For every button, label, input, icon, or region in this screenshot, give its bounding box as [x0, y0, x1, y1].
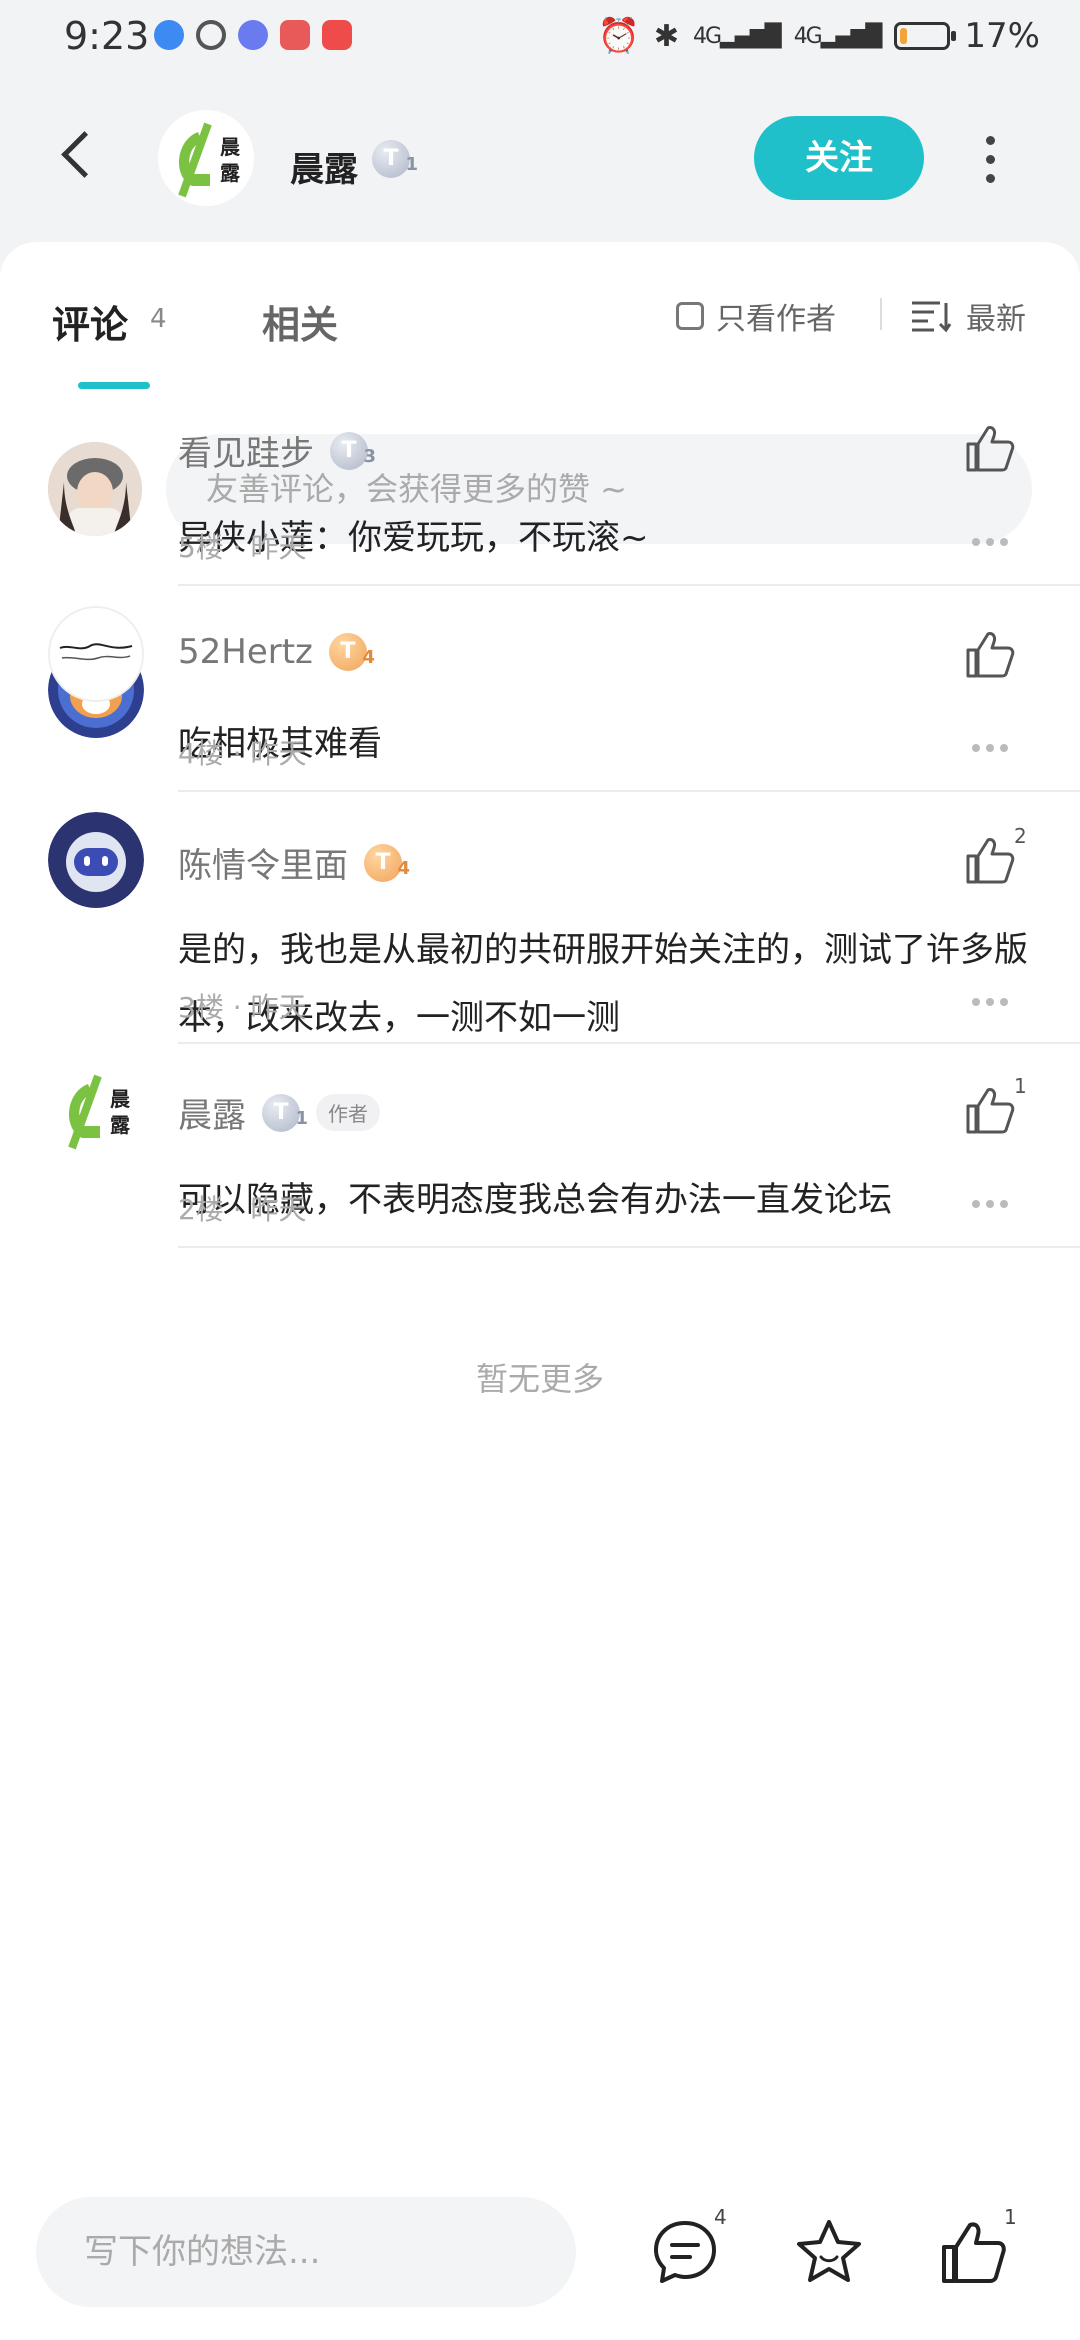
store-notification-icon: [322, 20, 352, 50]
like-count: 1: [1004, 2205, 1017, 2229]
comment-meta: 3楼 · 昨天: [178, 991, 307, 1024]
commenter-name[interactable]: 陈情令里面: [178, 838, 348, 887]
loading-notification-icon: [196, 20, 226, 50]
comment-divider: [178, 1246, 1080, 1248]
battery-icon: [894, 22, 957, 50]
active-tab-indicator: [78, 382, 150, 389]
no-more-label: 暂无更多: [475, 1360, 604, 1398]
more-icon[interactable]: [972, 744, 1012, 754]
commenter-name-row: 看见跬步 T3: [178, 426, 376, 475]
comment-divider: [178, 584, 1080, 586]
svg-text:露: 露: [220, 161, 241, 185]
app-notification-icon: [154, 20, 184, 50]
status-bar: 9:23 ⏰ ✱ 4G▂▄▆█ 4G▂▄▆█ 17%: [0, 0, 1080, 78]
tab-comments-count: 4: [150, 304, 167, 334]
sort-label: 最新: [966, 302, 1026, 337]
comment-divider: [178, 790, 1080, 792]
commenter-name[interactable]: 晨露: [178, 1088, 246, 1137]
like-icon[interactable]: [962, 628, 1016, 682]
commenter-name[interactable]: 看见跬步: [178, 426, 314, 475]
author-tag: 作者: [316, 1094, 380, 1131]
checkbox-icon: [676, 302, 704, 330]
header: 晨 露 晨露 T1 关注: [0, 100, 1080, 230]
only-author-label: 只看作者: [716, 302, 836, 337]
author-logo-image: 晨 露: [48, 1062, 144, 1158]
my-avatar-image: [48, 442, 142, 536]
book-notification-icon: [280, 20, 310, 50]
bottom-comment-input[interactable]: 写下你的想法...: [36, 2197, 576, 2307]
only-author-toggle[interactable]: 只看作者: [676, 294, 836, 338]
back-icon[interactable]: [58, 128, 118, 188]
level-badge-icon: T1: [262, 1093, 308, 1132]
more-icon[interactable]: [972, 1200, 1012, 1210]
commenter-name[interactable]: 52Hertz: [178, 632, 313, 672]
commenter-name-row: 晨露 T1 作者: [178, 1088, 380, 1137]
signal-icon: 4G▂▄▆█: [692, 23, 782, 49]
tab-related[interactable]: 相关: [262, 294, 338, 349]
sort-icon: [912, 301, 952, 333]
notification-icons: [154, 20, 352, 50]
like-count: 2: [1014, 824, 1027, 848]
like-icon[interactable]: [962, 834, 1016, 888]
comment-count: 4: [714, 2205, 727, 2229]
tab-comments[interactable]: 评论: [52, 294, 128, 349]
svg-text:晨: 晨: [110, 1087, 131, 1111]
star-icon[interactable]: [794, 2217, 864, 2287]
author-name[interactable]: 晨露: [290, 142, 358, 191]
commenter-avatar[interactable]: [48, 812, 144, 908]
more-icon[interactable]: [972, 998, 1012, 1008]
more-icon[interactable]: [972, 538, 1012, 548]
battery-fill: [900, 28, 908, 44]
battery-percent: 17%: [964, 16, 1040, 56]
svg-text:晨: 晨: [220, 135, 241, 159]
bluetooth-icon: ✱: [653, 18, 679, 54]
like-icon[interactable]: [962, 1084, 1016, 1138]
comment-meta: 2楼 · 昨天: [178, 1193, 307, 1226]
status-right: ⏰ ✱ 4G▂▄▆█ 4G▂▄▆█ 17%: [597, 16, 1040, 56]
level-badge-icon: T1: [372, 140, 418, 178]
follow-button[interactable]: 关注: [754, 116, 924, 200]
robot-avatar-image: [48, 812, 144, 908]
calligraphy-avatar-image: [50, 608, 142, 700]
bottom-bar: 写下你的想法... 4 1: [0, 2167, 1080, 2340]
like-icon[interactable]: [938, 2217, 1008, 2287]
comment-meta: 5楼 · 昨天: [178, 531, 307, 564]
level-badge-icon: T4: [328, 633, 375, 671]
alarm-icon: ⏰: [597, 16, 640, 56]
level-badge-icon: T4: [364, 843, 410, 882]
divider: [880, 298, 882, 330]
author-avatar[interactable]: 晨 露: [158, 110, 254, 206]
commenter-avatar[interactable]: 晨 露: [48, 1062, 144, 1158]
sort-toggle[interactable]: 最新: [910, 294, 1026, 338]
tab-bar: 评论 4 相关 只看作者 最新: [0, 242, 1080, 392]
svg-text:露: 露: [110, 1113, 131, 1137]
music-notification-icon: [238, 20, 268, 50]
comment-meta: 4楼 · 昨天: [178, 737, 307, 770]
my-avatar[interactable]: [48, 442, 142, 536]
status-time: 9:23: [64, 14, 150, 58]
like-icon[interactable]: [962, 422, 1016, 476]
level-badge-icon: T3: [330, 431, 376, 470]
like-count: 1: [1014, 1074, 1027, 1098]
comment-icon[interactable]: [650, 2217, 720, 2287]
more-options-icon[interactable]: [980, 136, 1000, 186]
comment-text: 是的，我也是从最初的共研服开始关注的，测试了许多版本，改来改去，一测不如一测: [178, 930, 1028, 1038]
commenter-name-row: 52Hertz T4: [178, 632, 375, 672]
author-logo-image: 晨 露: [158, 110, 254, 206]
signal-icon-2: 4G▂▄▆█: [793, 23, 883, 49]
commenter-avatar[interactable]: [48, 606, 144, 702]
commenter-name-row: 陈情令里面 T4: [178, 838, 410, 887]
comment-divider: [178, 1042, 1080, 1044]
